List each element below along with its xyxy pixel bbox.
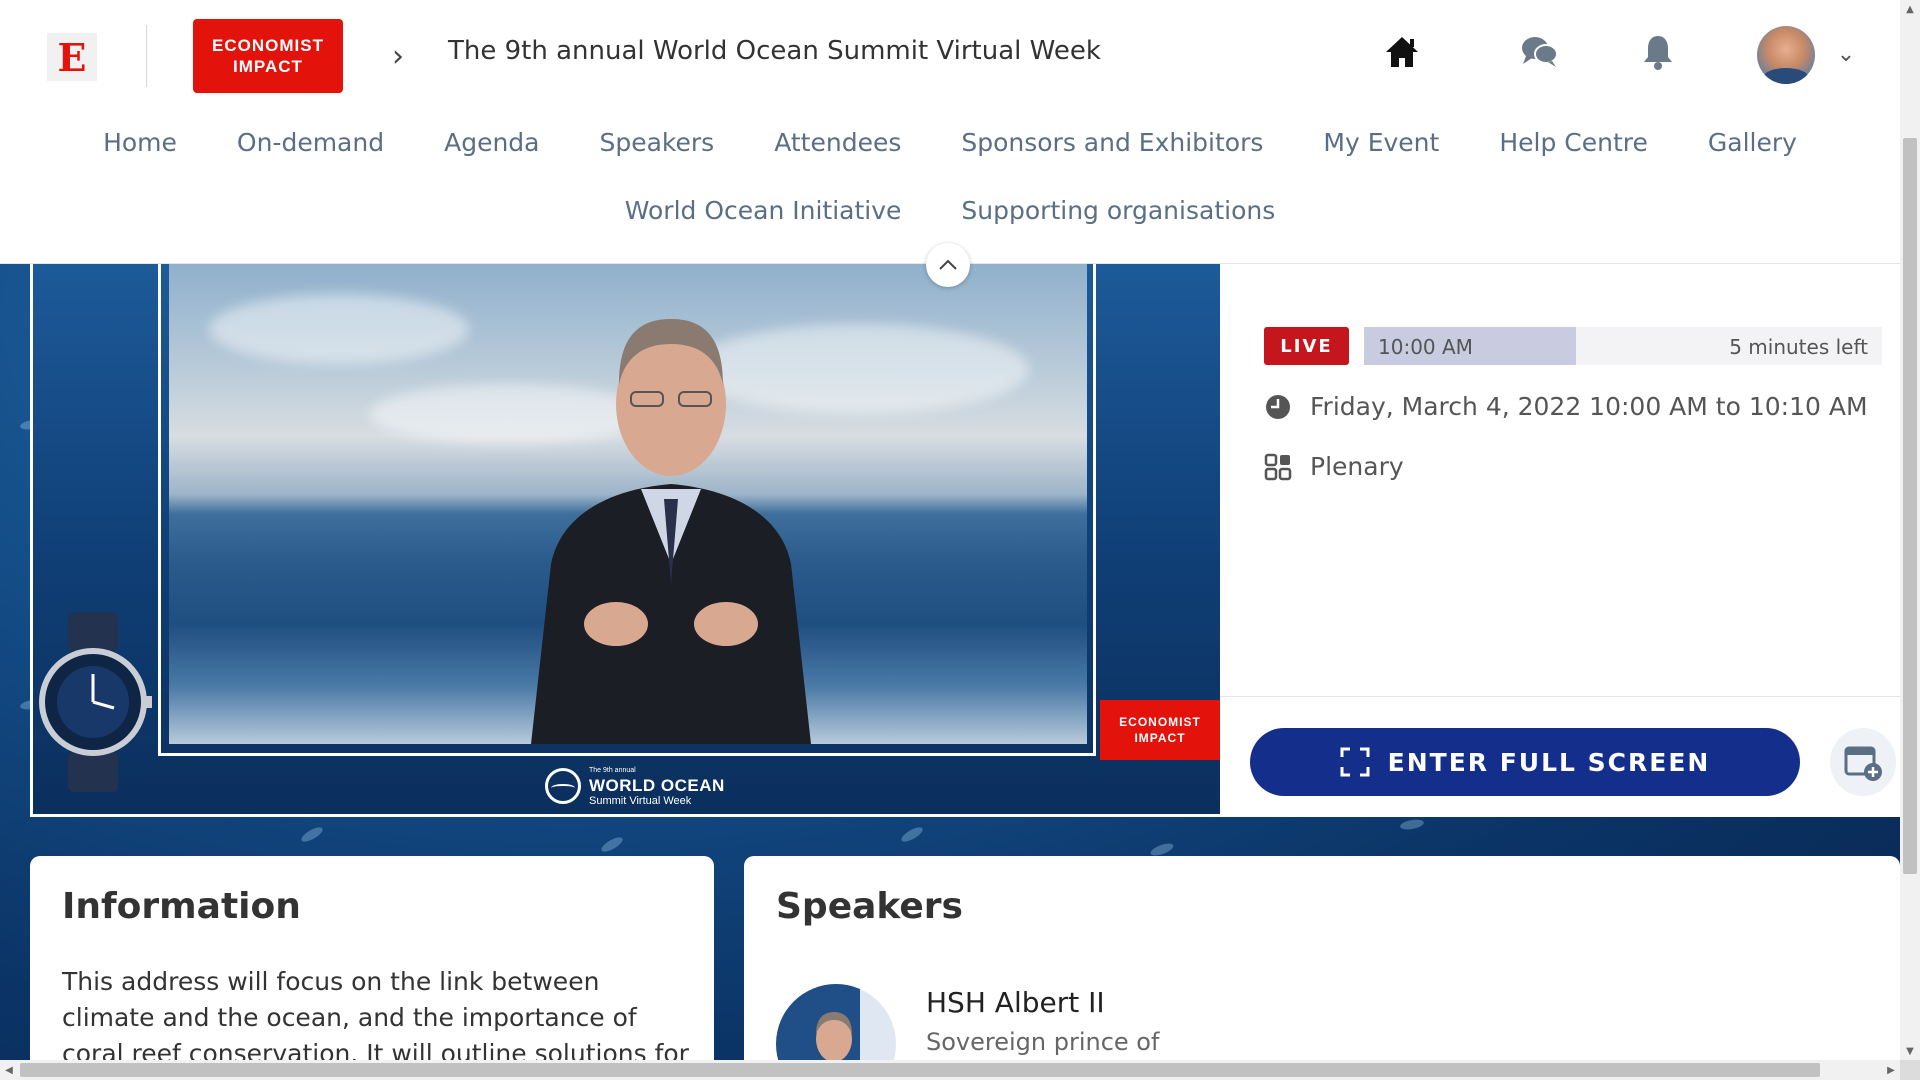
chevron-down-icon[interactable]: ⌄ [1830,38,1862,70]
grid-icon [1264,453,1292,480]
nav-item-agenda[interactable]: Agenda [414,122,569,163]
user-avatar[interactable] [1757,26,1815,84]
session-date-row: Friday, March 4, 2022 10:00 AM to 10:10 … [1264,392,1868,421]
badge-line1: ECONOMIST [1119,715,1201,729]
header-divider [146,25,147,87]
progress-time-left: 5 minutes left [1729,335,1868,359]
nav-item-speakers[interactable]: Speakers [569,122,744,163]
wos-logo-sub: Summit Virtual Week [589,795,692,807]
nav-item-attendees[interactable]: Attendees [744,122,931,163]
vertical-scroll-thumb[interactable] [1903,138,1917,874]
event-title: The 9th annual World Ocean Summit Virtua… [448,36,1101,66]
session-date-range: Friday, March 4, 2022 10:00 AM to 10:10 … [1310,392,1868,421]
economist-impact-badge: ECONOMIST IMPACT [1100,700,1220,760]
impact-logo-line1: ECONOMIST [212,36,324,55]
impact-logo-line2: IMPACT [233,57,303,76]
scroll-left-arrow-icon[interactable]: ◀ [0,1060,18,1080]
information-description: This address will focus on the link betw… [62,967,689,1066]
vertical-scrollbar[interactable]: ▲ ▼ [1900,0,1920,1060]
horizontal-scrollbar[interactable]: ◀ ▶ [0,1060,1900,1080]
world-ocean-summit-logo: The 9th annual WORLD OCEAN Summit Virtua… [545,766,725,807]
economist-logo[interactable]: E [47,33,97,81]
fullscreen-label: ENTER FULL SCREEN [1387,747,1711,777]
video-stage [30,264,1220,817]
enter-full-screen-button[interactable]: ENTER FULL SCREEN [1250,728,1800,796]
economist-impact-logo[interactable]: ECONOMIST IMPACT [193,19,343,93]
nav-item-supporting-organisations[interactable]: Supporting organisations [931,190,1305,231]
home-icon[interactable] [1380,30,1424,74]
speaker-role: Sovereign prince of [926,1028,1160,1056]
chevron-up-icon [939,259,957,270]
chevron-right-icon: › [392,38,404,74]
top-header: E ECONOMIST IMPACT › The 9th annual Worl… [0,0,1900,264]
bell-icon[interactable] [1636,30,1680,74]
badge-line2: IMPACT [1134,731,1186,745]
nav-item-home[interactable]: Home [73,122,207,163]
watch-ad-image [39,612,152,792]
chat-icon[interactable] [1518,30,1562,74]
calendar-add-icon [1844,746,1882,781]
collapse-header-button[interactable] [926,243,970,287]
scrollbar-corner [1900,1060,1920,1080]
nav-item-sponsors-and-exhibitors[interactable]: Sponsors and Exhibitors [931,122,1293,163]
nav-item-help-centre[interactable]: Help Centre [1469,122,1678,163]
session-track-row: Plenary [1264,452,1404,481]
clock-icon [1266,394,1290,419]
wave-logo-icon [545,768,581,804]
speakers-heading: Speakers [776,886,963,927]
nav-item-gallery[interactable]: Gallery [1678,122,1827,163]
speakers-card: Speakers HSH Albert II Sovereign prince … [744,856,1900,1066]
main-nav-row1: Home On-demand Agenda Speakers Attendees Spon… [0,122,1900,163]
session-details-panel: healthier blue future LIVE 10:00 AM 5 mi… [1220,242,1900,817]
speaker-video-figure [531,319,811,744]
session-progress-bar: 10:00 AM 5 minutes left [1364,327,1882,365]
scroll-down-arrow-icon[interactable]: ▼ [1900,1042,1920,1060]
information-card: Information This address will focus on t… [30,856,714,1066]
scroll-right-arrow-icon[interactable]: ▶ [1882,1060,1900,1080]
speaker-avatar[interactable] [776,984,896,1066]
wos-logo-big: WORLD OCEAN [589,776,725,795]
main-nav-row2: World Ocean Initiative Supporting organis… [0,190,1900,231]
nav-item-world-ocean-initiative[interactable]: World Ocean Initiative [595,190,932,231]
horizontal-scroll-thumb[interactable] [20,1063,1820,1077]
information-heading: Information [62,886,301,927]
panel-divider [1220,696,1900,697]
speaker-name[interactable]: HSH Albert II [926,986,1105,1019]
live-badge: LIVE [1264,327,1349,365]
session-track: Plenary [1310,452,1404,481]
nav-item-on-demand[interactable]: On-demand [207,122,414,163]
nav-item-my-event[interactable]: My Event [1293,122,1469,163]
scroll-up-arrow-icon[interactable]: ▲ [1900,0,1920,18]
progress-start-time: 10:00 AM [1378,335,1473,359]
add-to-calendar-button[interactable] [1830,728,1896,796]
video-player[interactable] [169,264,1087,744]
fullscreen-icon [1340,747,1370,777]
